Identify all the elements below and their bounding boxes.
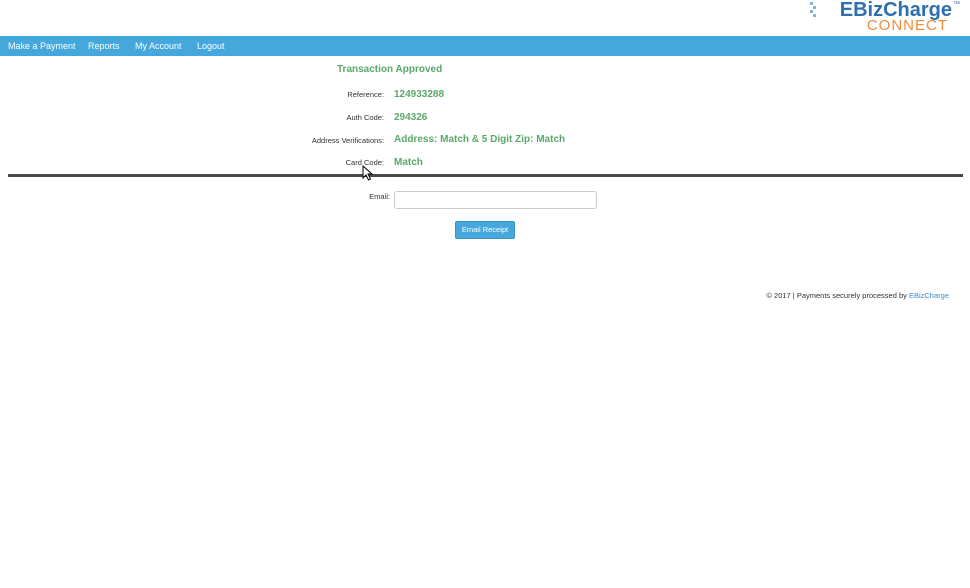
- page: EBizCharge ™ CONNECT Make a Payment Repo…: [0, 0, 970, 588]
- card-code-value: Match: [394, 157, 423, 168]
- email-field[interactable]: [394, 191, 597, 209]
- footer: © 2017 | Payments securely processed by …: [766, 291, 949, 300]
- logo-sub-text: CONNECT: [866, 17, 948, 34]
- ebizcharge-logo[interactable]: EBizCharge ™ CONNECT: [810, 0, 962, 36]
- footer-ebizcharge-link[interactable]: EBizCharge: [909, 291, 949, 300]
- logo-trademark: ™: [953, 1, 960, 8]
- transaction-status-title: Transaction Approved: [337, 64, 443, 75]
- email-receipt-button[interactable]: Email Receipt: [455, 221, 515, 239]
- footer-copyright-text: © 2017 | Payments securely processed by: [766, 291, 909, 300]
- nav-make-a-payment[interactable]: Make a Payment: [8, 36, 76, 56]
- email-label: Email:: [369, 192, 390, 201]
- nav-reports[interactable]: Reports: [88, 36, 120, 56]
- header: EBizCharge ™ CONNECT: [0, 0, 970, 36]
- logo-dots-icon: [810, 2, 816, 18]
- auth-code-label: Auth Code:: [346, 113, 384, 122]
- mouse-pointer-icon: [362, 165, 374, 181]
- reference-value: 124933288: [394, 89, 445, 100]
- nav-logout[interactable]: Logout: [197, 36, 225, 56]
- address-verifications-label: Address Verifications:: [311, 136, 384, 145]
- auth-code-value: 294326: [394, 112, 428, 123]
- reference-label: Reference:: [347, 90, 384, 99]
- section-divider: [8, 174, 963, 177]
- nav-my-account[interactable]: My Account: [135, 36, 182, 56]
- top-navbar: Make a Payment Reports My Account Logout: [0, 36, 970, 56]
- address-verifications-value: Address: Match & 5 Digit Zip: Match: [394, 134, 566, 145]
